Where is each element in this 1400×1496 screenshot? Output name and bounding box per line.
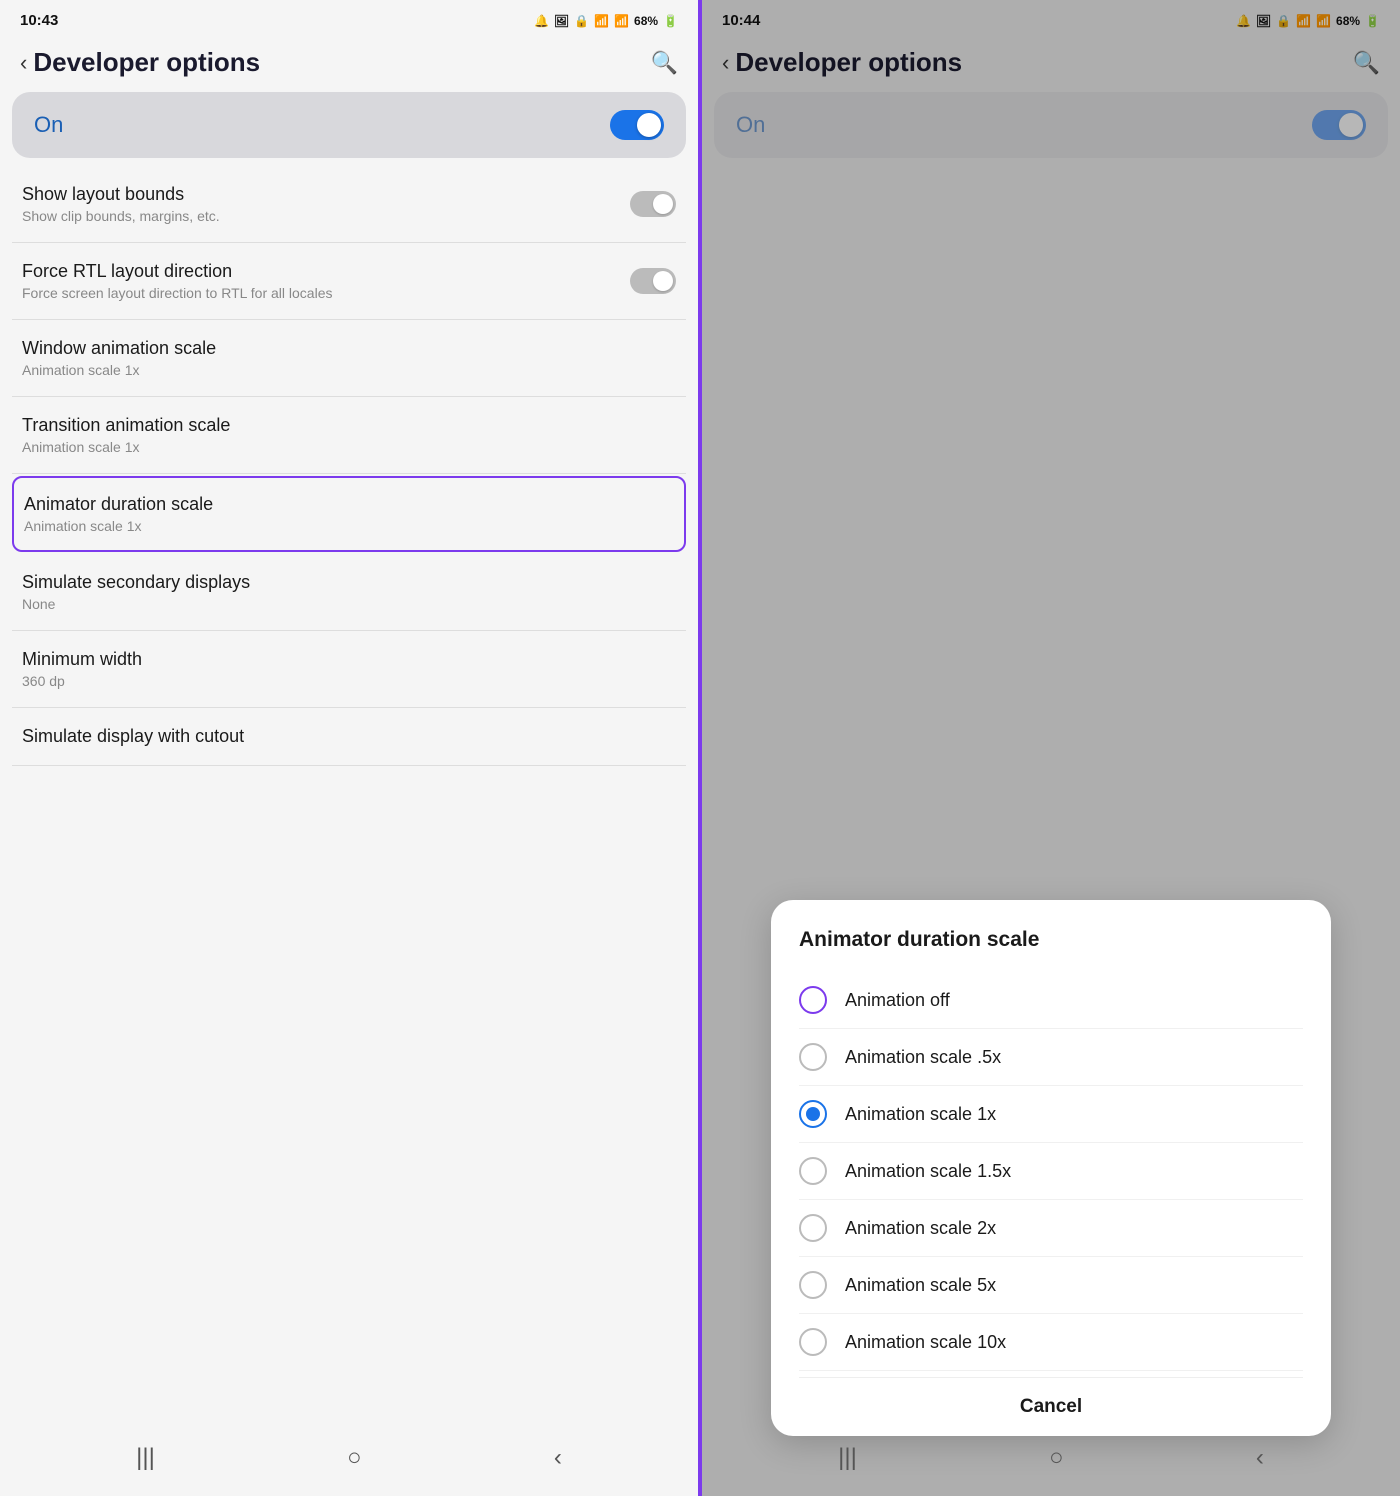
dialog-overlay: Animator duration scale Animation off An… <box>702 0 1400 1496</box>
radio-label-4: Animation scale 2x <box>845 1218 996 1239</box>
left-back-button[interactable]: ‹ <box>20 50 27 76</box>
left-recents-button[interactable]: ||| <box>136 1444 155 1472</box>
left-back-nav-button[interactable]: ‹ <box>554 1444 562 1472</box>
right-panel: 10:44 🔔 🖼 🔒 📶 📶 68% 🔋 ‹ Developer option… <box>702 0 1400 1496</box>
left-setting-title-6: Minimum width <box>22 649 676 670</box>
left-header-left: ‹ Developer options <box>20 47 260 78</box>
radio-circle-5[interactable] <box>799 1271 827 1299</box>
left-panel: 10:43 🔔 🖼 🔒 📶 📶 68% 🔋 ‹ Developer option… <box>0 0 698 1496</box>
wifi-icon: 📶 <box>594 14 609 28</box>
radio-option-6[interactable]: Animation scale 10x <box>799 1314 1303 1371</box>
animator-duration-dialog: Animator duration scale Animation off An… <box>771 900 1331 1436</box>
radio-option-4[interactable]: Animation scale 2x <box>799 1200 1303 1257</box>
left-setting-subtitle-4: Animation scale 1x <box>24 518 674 534</box>
lock-icon: 🔒 <box>574 14 589 28</box>
left-setting-title-2: Window animation scale <box>22 338 676 359</box>
radio-circle-3[interactable] <box>799 1157 827 1185</box>
radio-label-2: Animation scale 1x <box>845 1104 996 1125</box>
notification-icon: 🔔 <box>534 14 549 28</box>
radio-circle-6[interactable] <box>799 1328 827 1356</box>
dialog-title: Animator duration scale <box>799 928 1303 952</box>
right-back-nav-button[interactable]: ‹ <box>1256 1444 1264 1472</box>
left-setting-subtitle-2: Animation scale 1x <box>22 362 676 378</box>
left-page-title: Developer options <box>33 47 260 78</box>
radio-option-0[interactable]: Animation off <box>799 972 1303 1029</box>
radio-circle-4[interactable] <box>799 1214 827 1242</box>
left-settings-list: Show layout bounds Show clip bounds, mar… <box>0 166 698 1428</box>
radio-circle-0[interactable] <box>799 986 827 1014</box>
left-setting-window-anim[interactable]: Window animation scale Animation scale 1… <box>12 320 686 397</box>
dialog-cancel-button[interactable]: Cancel <box>799 1377 1303 1426</box>
radio-circle-1[interactable] <box>799 1043 827 1071</box>
left-setting-subtitle-0: Show clip bounds, margins, etc. <box>22 208 630 224</box>
left-status-bar: 10:43 🔔 🖼 🔒 📶 📶 68% 🔋 <box>0 0 698 37</box>
left-toggle-rtl[interactable] <box>630 268 676 294</box>
left-on-toggle-row[interactable]: On <box>12 92 686 158</box>
battery-text: 68% <box>634 14 658 28</box>
left-setting-title-7: Simulate display with cutout <box>22 726 676 747</box>
left-setting-title-5: Simulate secondary displays <box>22 572 676 593</box>
left-time: 10:43 <box>20 12 58 29</box>
left-setting-subtitle-1: Force screen layout direction to RTL for… <box>22 285 630 301</box>
left-setting-title-0: Show layout bounds <box>22 184 630 205</box>
left-status-icons: 🔔 🖼 🔒 📶 📶 68% 🔋 <box>534 14 678 28</box>
radio-circle-2[interactable] <box>799 1100 827 1128</box>
radio-option-5[interactable]: Animation scale 5x <box>799 1257 1303 1314</box>
left-setting-subtitle-5: None <box>22 596 676 612</box>
radio-label-0: Animation off <box>845 990 950 1011</box>
right-recents-button[interactable]: ||| <box>838 1444 857 1472</box>
left-setting-title-3: Transition animation scale <box>22 415 676 436</box>
left-setting-show-layout-bounds[interactable]: Show layout bounds Show clip bounds, mar… <box>12 166 686 243</box>
left-search-button[interactable]: 🔍 <box>651 50 678 76</box>
left-setting-min-width[interactable]: Minimum width 360 dp <box>12 631 686 708</box>
left-header: ‹ Developer options 🔍 <box>0 37 698 92</box>
left-setting-title-4: Animator duration scale <box>24 494 674 515</box>
left-setting-subtitle-6: 360 dp <box>22 673 676 689</box>
radio-label-1: Animation scale .5x <box>845 1047 1001 1068</box>
radio-label-3: Animation scale 1.5x <box>845 1161 1011 1182</box>
left-toggle-layout-bounds[interactable] <box>630 191 676 217</box>
left-developer-toggle[interactable] <box>610 110 664 140</box>
radio-option-2[interactable]: Animation scale 1x <box>799 1086 1303 1143</box>
left-setting-simulate-displays[interactable]: Simulate secondary displays None <box>12 554 686 631</box>
left-home-button[interactable]: ○ <box>347 1444 362 1472</box>
left-setting-force-rtl[interactable]: Force RTL layout direction Force screen … <box>12 243 686 320</box>
left-setting-transition-anim[interactable]: Transition animation scale Animation sca… <box>12 397 686 474</box>
radio-label-6: Animation scale 10x <box>845 1332 1006 1353</box>
left-setting-title-1: Force RTL layout direction <box>22 261 630 282</box>
radio-option-3[interactable]: Animation scale 1.5x <box>799 1143 1303 1200</box>
left-setting-subtitle-3: Animation scale 1x <box>22 439 676 455</box>
right-nav-bar: ||| ○ ‹ <box>702 1428 1400 1496</box>
right-home-button[interactable]: ○ <box>1049 1444 1064 1472</box>
radio-option-1[interactable]: Animation scale .5x <box>799 1029 1303 1086</box>
left-nav-bar: ||| ○ ‹ <box>0 1428 698 1496</box>
image-icon: 🖼 <box>554 14 569 28</box>
signal-icon: 📶 <box>614 14 629 28</box>
battery-icon: 🔋 <box>663 14 678 28</box>
left-setting-simulate-cutout[interactable]: Simulate display with cutout <box>12 708 686 766</box>
radio-label-5: Animation scale 5x <box>845 1275 996 1296</box>
left-on-label: On <box>34 112 63 138</box>
left-setting-animator-duration[interactable]: Animator duration scale Animation scale … <box>12 476 686 552</box>
